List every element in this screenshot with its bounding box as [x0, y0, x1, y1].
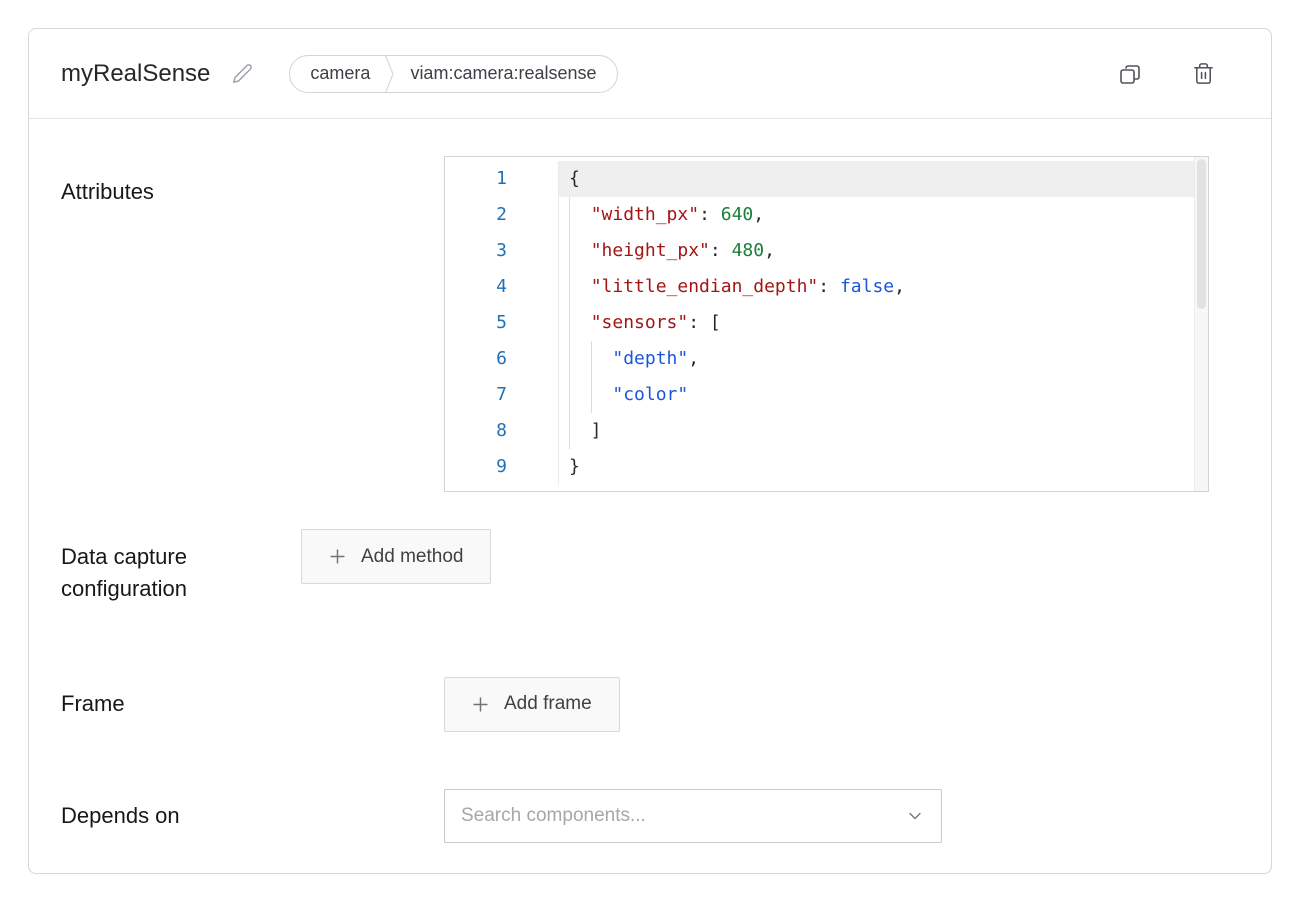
depends-on-row: Depends on — [61, 789, 1209, 843]
frame-row: Frame Add frame — [61, 677, 1209, 732]
component-name: myRealSense — [61, 60, 210, 88]
duplicate-button[interactable] — [1118, 62, 1142, 86]
scrollbar-thumb[interactable] — [1197, 159, 1206, 309]
header-actions — [1118, 62, 1215, 86]
card-header: myRealSense camera viam:camera:realsense — [29, 29, 1271, 119]
line-number: 6 — [445, 341, 559, 377]
code-lines: 1{2 "width_px": 640,3 "height_px": 480,4… — [445, 157, 1194, 491]
code-line[interactable]: 9} — [445, 449, 1194, 485]
code-line[interactable]: 6 "depth", — [445, 341, 1194, 377]
line-number: 1 — [445, 161, 559, 197]
chevron-down-icon — [905, 806, 925, 826]
line-number: 2 — [445, 197, 559, 233]
add-frame-label: Add frame — [504, 693, 592, 715]
attributes-row: Attributes 1{2 "width_px": 640,3 "height… — [61, 156, 1209, 492]
trash-icon — [1192, 62, 1215, 85]
code-line[interactable]: 1{ — [445, 161, 1194, 197]
line-number: 7 — [445, 377, 559, 413]
line-number: 8 — [445, 413, 559, 449]
component-model-label: viam:camera:realsense — [410, 63, 596, 84]
add-method-label: Add method — [361, 546, 463, 568]
depends-on-select[interactable] — [444, 789, 942, 843]
editor-scrollbar[interactable] — [1194, 157, 1208, 491]
duplicate-icon — [1118, 62, 1142, 86]
plus-icon — [472, 696, 489, 713]
code-line[interactable]: 7 "color" — [445, 377, 1194, 413]
component-type-label: camera — [310, 63, 370, 84]
search-components-input[interactable] — [445, 790, 941, 842]
indent-guide — [591, 341, 592, 413]
edit-name-button[interactable] — [232, 63, 253, 84]
code-line[interactable]: 4 "little_endian_depth": false, — [445, 269, 1194, 305]
frame-label: Frame — [61, 688, 444, 720]
plus-icon — [329, 548, 346, 565]
delete-button[interactable] — [1192, 62, 1215, 85]
attributes-label: Attributes — [61, 156, 444, 208]
attributes-code-editor[interactable]: 1{2 "width_px": 640,3 "height_px": 480,4… — [444, 156, 1209, 492]
card-body: Attributes 1{2 "width_px": 640,3 "height… — [29, 119, 1271, 881]
code-line[interactable]: 2 "width_px": 640, — [445, 197, 1194, 233]
line-number: 9 — [445, 449, 559, 485]
code-line[interactable]: 3 "height_px": 480, — [445, 233, 1194, 269]
indent-guide — [569, 197, 570, 449]
data-capture-row: Data capture configuration Add method — [61, 529, 1209, 605]
pencil-icon — [232, 63, 253, 84]
depends-on-label: Depends on — [61, 800, 444, 832]
line-number: 5 — [445, 305, 559, 341]
line-number: 4 — [445, 269, 559, 305]
line-number: 3 — [445, 233, 559, 269]
add-frame-button[interactable]: Add frame — [444, 677, 620, 732]
component-card: myRealSense camera viam:camera:realsense — [28, 28, 1272, 874]
chevron-divider-icon — [384, 55, 396, 93]
code-line[interactable]: 5 "sensors": [ — [445, 305, 1194, 341]
code-line[interactable]: 8 ] — [445, 413, 1194, 449]
type-model-pill: camera viam:camera:realsense — [289, 55, 617, 93]
data-capture-label: Data capture configuration — [61, 529, 301, 605]
add-method-button[interactable]: Add method — [301, 529, 491, 584]
